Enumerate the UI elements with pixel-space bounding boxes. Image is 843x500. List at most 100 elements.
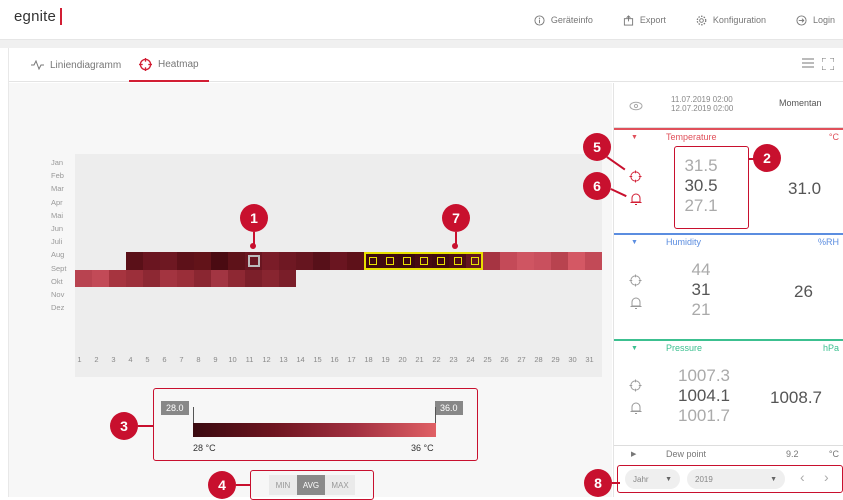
- annotation-badge-3: 3: [110, 412, 138, 440]
- caret-down-icon: ▼: [631, 238, 638, 246]
- highlight-day-marker: [403, 257, 411, 265]
- heatmap-cell[interactable]: [262, 270, 279, 287]
- annotation-dot-1: [250, 243, 256, 249]
- header-separator: [0, 40, 843, 48]
- sensor-name: Pressure: [666, 343, 703, 353]
- day-label: 26: [500, 355, 509, 364]
- heatmap-cell[interactable]: [568, 252, 585, 270]
- heatmap-cell[interactable]: [347, 252, 364, 270]
- month-label: Apr: [51, 197, 63, 207]
- year-select-value: 2019: [695, 474, 713, 484]
- heatmap-cell[interactable]: [177, 270, 194, 287]
- sensor-current: 9.2: [786, 448, 799, 459]
- heatmap-cell[interactable]: [245, 270, 262, 287]
- heatmap-cell[interactable]: [109, 270, 126, 287]
- bell-icon[interactable]: [630, 297, 642, 310]
- agg-max-button[interactable]: MAX: [325, 475, 355, 495]
- sensor-header-temperature[interactable]: ▼ Temperature °C: [614, 128, 843, 144]
- heatmap-cell[interactable]: [143, 270, 160, 287]
- heatmap-cell[interactable]: [262, 252, 279, 270]
- nav-label: Konfiguration: [712, 15, 766, 25]
- eye-icon[interactable]: [629, 101, 643, 111]
- caret-down-icon: ▼: [631, 133, 638, 141]
- heatmap-cell[interactable]: [160, 252, 177, 270]
- sensor-unit: °C: [828, 132, 839, 142]
- heatmap-cell[interactable]: [194, 270, 211, 287]
- heatmap-cell[interactable]: [211, 270, 228, 287]
- crosshair-icon[interactable]: [629, 379, 642, 392]
- day-label: 12: [262, 355, 271, 364]
- agg-avg-button[interactable]: AVG: [297, 475, 325, 495]
- heatmap-cell[interactable]: [92, 270, 109, 287]
- heatmap-cell[interactable]: [228, 270, 245, 287]
- date-range[interactable]: 11.07.2019 02:00 12.07.2019 02:00: [671, 95, 733, 113]
- tab-heatmap[interactable]: Heatmap: [129, 48, 209, 82]
- bell-icon[interactable]: [630, 193, 642, 206]
- nav-login[interactable]: Login: [796, 14, 835, 26]
- sensor-min: 1001.7: [678, 406, 730, 425]
- nav-export[interactable]: Export: [623, 14, 666, 26]
- heatmap-cell[interactable]: [279, 270, 296, 287]
- nav-label: Geräteinfo: [550, 15, 593, 25]
- day-label: 7: [179, 355, 184, 364]
- day-label: 13: [279, 355, 288, 364]
- highlight-day-marker: [420, 257, 428, 265]
- selected-cell-marker[interactable]: [248, 255, 260, 267]
- sensor-header-pressure[interactable]: ▼ Pressure hPa: [614, 339, 843, 355]
- heatmap-cell[interactable]: [211, 252, 228, 270]
- day-label: 17: [347, 355, 356, 364]
- annotation-badge-8: 8: [584, 469, 612, 497]
- nav-geraeteinfo[interactable]: Geräteinfo: [534, 14, 593, 26]
- legend-max-value[interactable]: 36.0: [435, 401, 463, 415]
- highlight-day-marker: [437, 257, 445, 265]
- heatmap-cell[interactable]: [143, 252, 160, 270]
- heatmap-cell[interactable]: [160, 270, 177, 287]
- sensor-name: Humidity: [666, 237, 702, 247]
- prev-arrow-icon[interactable]: ‹: [800, 469, 805, 485]
- heatmap-cell[interactable]: [551, 252, 568, 270]
- heatmap-cell[interactable]: [330, 252, 347, 270]
- heatmap-cell[interactable]: [517, 252, 534, 270]
- tab-liniendiagramm[interactable]: Liniendiagramm: [27, 48, 125, 82]
- heatmap-cell[interactable]: [126, 252, 143, 270]
- fullscreen-icon[interactable]: [822, 58, 834, 70]
- period-select[interactable]: Jahr ▼: [625, 469, 680, 489]
- heatmap-cell[interactable]: [585, 252, 602, 270]
- heatmap-cell[interactable]: [500, 252, 517, 270]
- heatmap-cell[interactable]: [177, 252, 194, 270]
- heatmap-cell[interactable]: [534, 252, 551, 270]
- day-label: 14: [296, 355, 305, 364]
- sensor-name: Dew point: [666, 448, 707, 459]
- date-to: 12.07.2019 02:00: [671, 104, 734, 113]
- annotation-badge-7: 7: [442, 204, 470, 232]
- tab-label: Heatmap: [158, 58, 199, 70]
- day-label: 6: [162, 355, 167, 364]
- day-label: 4: [128, 355, 133, 364]
- nav-konfiguration[interactable]: Konfiguration: [696, 15, 766, 26]
- legend-min-value[interactable]: 28.0: [161, 401, 189, 415]
- heatmap-cell[interactable]: [279, 252, 296, 270]
- heatmap-cell[interactable]: [126, 270, 143, 287]
- bell-icon[interactable]: [630, 402, 642, 415]
- sensor-unit: hPa: [822, 343, 839, 353]
- year-select[interactable]: 2019 ▼: [687, 469, 785, 489]
- heatmap-cell[interactable]: [296, 252, 313, 270]
- heatmap-cell[interactable]: [194, 252, 211, 270]
- sensor-header-dewpoint[interactable]: ▶ Dew point 9.2 °C: [614, 445, 843, 461]
- main-panel: Liniendiagramm Heatmap Jan Feb Mar Apr Mai Ju…: [8, 48, 843, 500]
- heatmap-cell[interactable]: [313, 252, 330, 270]
- heatmap-cell[interactable]: [228, 252, 245, 270]
- menu-icon[interactable]: [802, 58, 814, 68]
- month-label: Aug: [51, 250, 65, 260]
- next-arrow-icon[interactable]: ›: [824, 469, 829, 485]
- sensor-min: 21: [691, 300, 711, 319]
- crosshair-icon[interactable]: [629, 170, 642, 183]
- heatmap-cell[interactable]: [483, 252, 500, 270]
- annotation-pin-2: [748, 158, 754, 160]
- login-icon: [796, 14, 807, 26]
- sensor-header-humidity[interactable]: ▼ Humidity %RH: [614, 233, 843, 249]
- crosshair-icon[interactable]: [629, 274, 642, 287]
- agg-min-button[interactable]: MIN: [269, 475, 297, 495]
- heatmap-cell[interactable]: [75, 270, 92, 287]
- day-label: 8: [196, 355, 201, 364]
